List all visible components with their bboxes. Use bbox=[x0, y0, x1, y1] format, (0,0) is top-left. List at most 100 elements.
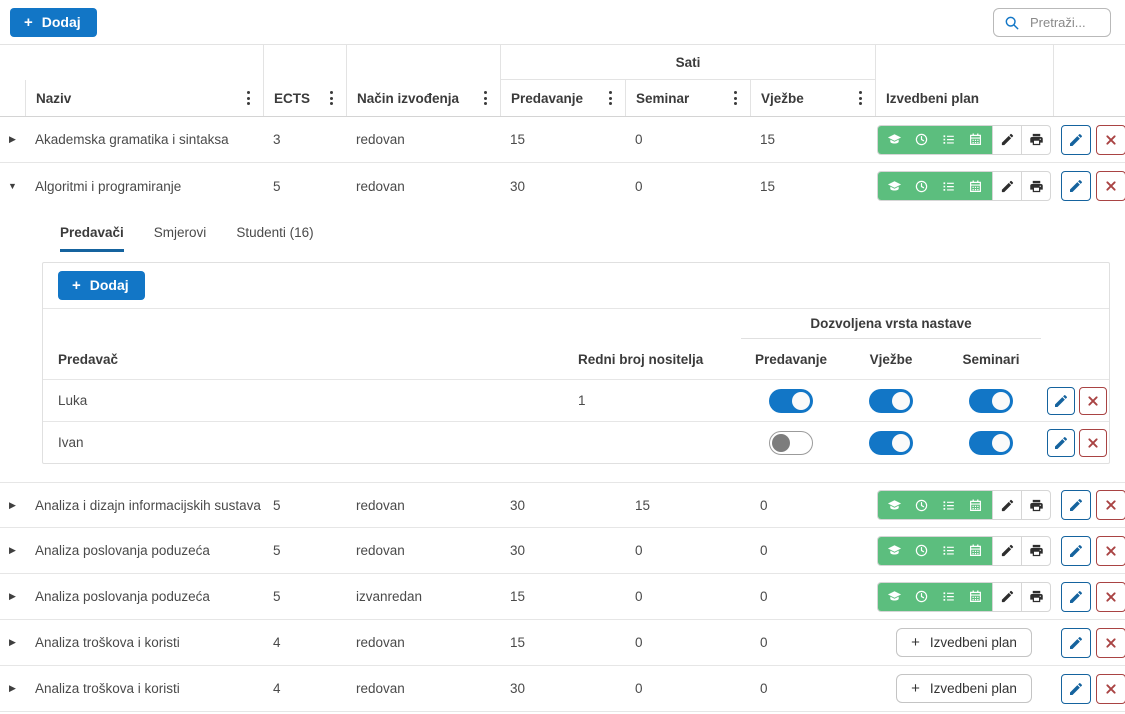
cell-vjezbe: 0 bbox=[750, 635, 875, 650]
add-izvedbeni-plan-button[interactable]: + Izvedbeni plan bbox=[896, 628, 1032, 657]
calendar-button[interactable] bbox=[962, 537, 989, 565]
delete-x-icon bbox=[1103, 681, 1119, 697]
edit-predavac-button[interactable] bbox=[1047, 429, 1075, 457]
delete-x-icon bbox=[1103, 635, 1119, 651]
delete-x-icon bbox=[1103, 589, 1119, 605]
search-box[interactable] bbox=[993, 8, 1111, 37]
add-predavac-button[interactable]: + Dodaj bbox=[58, 271, 145, 300]
edit-plan-button[interactable] bbox=[992, 537, 1021, 565]
row-expander[interactable]: ▶ bbox=[0, 684, 25, 693]
cell-izvedbeni-plan: + Izvedbeni plan bbox=[875, 628, 1053, 657]
calendar-icon bbox=[968, 132, 983, 147]
calendar-button[interactable] bbox=[962, 126, 989, 154]
toggle-seminari[interactable] bbox=[969, 389, 1013, 413]
delete-row-button[interactable] bbox=[1096, 536, 1125, 566]
row-expander[interactable]: ▶ bbox=[0, 546, 25, 555]
graduation-cap-button[interactable] bbox=[881, 491, 908, 519]
tab-predavaci[interactable]: Predavači bbox=[60, 225, 124, 252]
delete-predavac-button[interactable] bbox=[1079, 387, 1107, 415]
row-expander[interactable]: ▼ bbox=[0, 182, 25, 191]
delete-row-button[interactable] bbox=[1096, 674, 1125, 704]
dozvoljena-vrsta-group-header: Dozvoljena vrsta nastave bbox=[741, 309, 1041, 339]
graduation-cap-button[interactable] bbox=[881, 126, 908, 154]
calendar-button[interactable] bbox=[962, 583, 989, 611]
edit-row-button[interactable] bbox=[1061, 628, 1091, 658]
cell-izvedbeni-plan bbox=[875, 125, 1053, 155]
print-plan-button[interactable] bbox=[1021, 583, 1050, 611]
cell-predavanje: 15 bbox=[500, 635, 625, 650]
clock-button[interactable] bbox=[908, 126, 935, 154]
delete-row-button[interactable] bbox=[1096, 582, 1125, 612]
edit-plan-button[interactable] bbox=[992, 172, 1021, 200]
row-expander[interactable]: ▶ bbox=[0, 501, 25, 510]
print-plan-button[interactable] bbox=[1021, 491, 1050, 519]
graduation-cap-button[interactable] bbox=[881, 583, 908, 611]
clock-icon bbox=[914, 179, 929, 194]
edit-plan-button[interactable] bbox=[992, 491, 1021, 519]
tab-smjerovi[interactable]: Smjerovi bbox=[154, 225, 207, 252]
delete-x-icon bbox=[1085, 435, 1101, 451]
toggle-predavanje[interactable] bbox=[769, 431, 813, 455]
toggle-seminari[interactable] bbox=[969, 431, 1013, 455]
edit-plan-button[interactable] bbox=[992, 583, 1021, 611]
cell-seminar: 0 bbox=[625, 589, 750, 604]
calendar-button[interactable] bbox=[962, 172, 989, 200]
clock-button[interactable] bbox=[908, 491, 935, 519]
row-expander[interactable]: ▶ bbox=[0, 135, 25, 144]
edit-row-button[interactable] bbox=[1061, 674, 1091, 704]
tab-studenti[interactable]: Studenti (16) bbox=[236, 225, 313, 252]
delete-row-button[interactable] bbox=[1096, 125, 1125, 155]
toggle-vjezbe[interactable] bbox=[869, 389, 913, 413]
kebab-menu-icon[interactable] bbox=[244, 87, 253, 109]
triangle-right-icon: ▶ bbox=[9, 592, 16, 601]
add-izvedbeni-plan-button[interactable]: + Izvedbeni plan bbox=[896, 674, 1032, 703]
list-button[interactable] bbox=[935, 491, 962, 519]
kebab-menu-icon[interactable] bbox=[481, 87, 490, 109]
list-icon bbox=[941, 498, 956, 513]
print-plan-button[interactable] bbox=[1021, 172, 1050, 200]
toggle-predavanje[interactable] bbox=[769, 389, 813, 413]
kebab-menu-icon[interactable] bbox=[327, 87, 336, 109]
plus-icon: + bbox=[72, 278, 81, 293]
row-detail-panel: Predavači Smjerovi Studenti (16) + Dodaj… bbox=[0, 209, 1125, 482]
printer-icon bbox=[1029, 498, 1044, 513]
clock-button[interactable] bbox=[908, 537, 935, 565]
kebab-menu-icon[interactable] bbox=[606, 87, 615, 109]
cell-naziv: Analiza i dizajn informacijskih sustava bbox=[25, 498, 263, 513]
delete-row-button[interactable] bbox=[1096, 628, 1125, 658]
cell-actions bbox=[1041, 387, 1109, 415]
delete-row-button[interactable] bbox=[1096, 171, 1125, 201]
column-header-izvedbeni-plan-label: Izvedbeni plan bbox=[886, 91, 979, 106]
table-row-expanded: ▼ Algoritmi i programiranje 5 redovan 30… bbox=[0, 163, 1125, 209]
delete-row-button[interactable] bbox=[1096, 490, 1125, 520]
edit-row-button[interactable] bbox=[1061, 536, 1091, 566]
print-plan-button[interactable] bbox=[1021, 537, 1050, 565]
row-expander[interactable]: ▶ bbox=[0, 592, 25, 601]
search-input[interactable] bbox=[1028, 14, 1104, 31]
edit-row-button[interactable] bbox=[1061, 490, 1091, 520]
print-plan-button[interactable] bbox=[1021, 126, 1050, 154]
add-course-button[interactable]: + Dodaj bbox=[10, 8, 97, 37]
edit-plan-button[interactable] bbox=[992, 126, 1021, 154]
list-button[interactable] bbox=[935, 126, 962, 154]
edit-row-button[interactable] bbox=[1061, 171, 1091, 201]
edit-pencil-icon bbox=[1068, 132, 1084, 148]
triangle-right-icon: ▶ bbox=[9, 135, 16, 144]
edit-row-button[interactable] bbox=[1061, 582, 1091, 612]
table-row: ▶ Analiza poslovanja poduzeća 5 izvanred… bbox=[0, 574, 1125, 620]
calendar-button[interactable] bbox=[962, 491, 989, 519]
graduation-cap-button[interactable] bbox=[881, 172, 908, 200]
row-expander[interactable]: ▶ bbox=[0, 638, 25, 647]
delete-predavac-button[interactable] bbox=[1079, 429, 1107, 457]
kebab-menu-icon[interactable] bbox=[856, 87, 865, 109]
toggle-vjezbe[interactable] bbox=[869, 431, 913, 455]
kebab-menu-icon[interactable] bbox=[731, 87, 740, 109]
graduation-cap-button[interactable] bbox=[881, 537, 908, 565]
list-button[interactable] bbox=[935, 172, 962, 200]
clock-button[interactable] bbox=[908, 583, 935, 611]
list-button[interactable] bbox=[935, 583, 962, 611]
list-button[interactable] bbox=[935, 537, 962, 565]
clock-button[interactable] bbox=[908, 172, 935, 200]
edit-predavac-button[interactable] bbox=[1047, 387, 1075, 415]
edit-row-button[interactable] bbox=[1061, 125, 1091, 155]
